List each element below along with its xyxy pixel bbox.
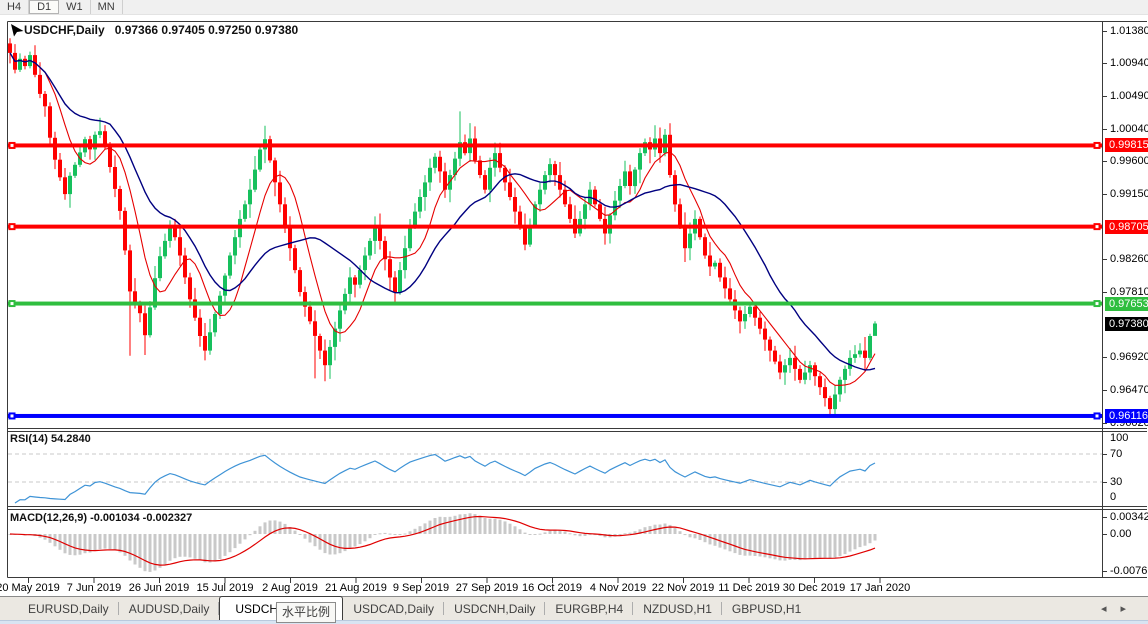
date-label: 2 Aug 2019: [262, 582, 318, 594]
date-label: 4 Nov 2019: [589, 582, 647, 594]
chart-canvas[interactable]: [0, 0, 1148, 624]
macd-tick-label: -0.007615: [1110, 565, 1148, 577]
chart-tab-eurusd[interactable]: EURUSD,Daily: [18, 597, 119, 620]
price-badge-0.99815[interactable]: 0.99815: [1105, 138, 1148, 152]
price-tick-label: 1.00490: [1110, 90, 1148, 102]
hline-0.99815[interactable]: [8, 141, 1102, 149]
macd-tick-label: 0.00: [1110, 528, 1132, 540]
date-label: 20 May 2019: [0, 582, 60, 594]
price-tick-label: 0.96920: [1110, 351, 1148, 363]
hline-0.98705[interactable]: [8, 223, 1102, 231]
price-badge-0.97653[interactable]: 0.97653: [1105, 297, 1148, 311]
price-tick-label: 1.01380: [1110, 25, 1148, 37]
price-tick-label: 0.98260: [1110, 253, 1148, 265]
chart-tab-audusd[interactable]: AUDUSD,Daily: [119, 597, 220, 620]
date-label: 30 Dec 2019: [782, 582, 846, 594]
date-label: 9 Sep 2019: [392, 582, 450, 594]
date-label: 11 Dec 2019: [718, 582, 780, 594]
date-label: 27 Sep 2019: [455, 582, 519, 594]
chart-ohlc-values: 0.97366 0.97405 0.97250 0.97380: [114, 23, 299, 37]
rsi-indicator-label: RSI(14) 54.2840: [10, 433, 91, 445]
price-tick-label: 0.99600: [1110, 155, 1148, 167]
chart-tab-nzdusd[interactable]: NZDUSD,H1: [633, 597, 722, 620]
date-label: 21 Aug 2019: [325, 582, 387, 594]
date-label: 22 Nov 2019: [651, 582, 715, 594]
date-label: 26 Jun 2019: [128, 582, 190, 594]
bottom-strip: [0, 620, 1148, 624]
chart-tab-gbpusd[interactable]: GBPUSD,H1: [722, 597, 811, 620]
price-tick-label: 1.00040: [1110, 123, 1148, 135]
chart-tab-usdcad[interactable]: USDCAD,Daily: [343, 597, 444, 620]
tooltip: 水平比例: [276, 602, 336, 623]
moving-averages-layer: [9, 52, 876, 386]
date-label: 17 Jan 2020: [849, 582, 911, 594]
trading-terminal-window: H4 D1 W1 MN USDCHF,Daily 0.97366 0.97405 0.9…: [0, 0, 1148, 624]
price-badge-0.96116[interactable]: 0.96116: [1105, 409, 1148, 423]
tab-scroll-left-icon[interactable]: ◂: [1101, 603, 1121, 615]
chart-symbol-label: USDCHF,Daily: [24, 23, 105, 37]
macd-tick-label: 0.003428: [1110, 511, 1148, 523]
rsi-tick-label: 0: [1110, 491, 1117, 503]
price-tick-label: 1.00940: [1110, 57, 1148, 69]
chart-tab-bar: EURUSD,Daily AUDUSD,Daily USDCHF,Daily USDC…: [0, 596, 1148, 620]
date-label: 15 Jul 2019: [196, 582, 254, 594]
hline-0.96116[interactable]: [8, 412, 1102, 420]
rsi-tick-label: 100: [1110, 432, 1129, 444]
price-tick-label: 0.96470: [1110, 384, 1148, 396]
date-label: 7 Jun 2019: [66, 582, 122, 594]
chart-tab-usdcnh[interactable]: USDCNH,Daily: [444, 597, 546, 620]
tab-scroll-right-icon[interactable]: ▸: [1120, 603, 1140, 615]
macd-indicator-label: MACD(12,26,9) -0.001034 -0.002327: [10, 512, 193, 524]
price-badge-0.97380: 0.97380: [1105, 317, 1148, 331]
price-tick-label: 0.99150: [1110, 188, 1148, 200]
rsi-layer: [8, 453, 1102, 504]
rsi-tick-label: 70: [1110, 448, 1123, 460]
date-label: 16 Oct 2019: [522, 582, 582, 594]
cursor-arrow-icon: [11, 24, 24, 37]
price-badge-0.98705[interactable]: 0.98705: [1105, 220, 1148, 234]
tab-scrollbar: ◂▸: [1101, 602, 1140, 615]
chart-title: USDCHF,Daily 0.97366 0.97405 0.97250 0.97…: [24, 23, 298, 37]
hline-0.97653[interactable]: [8, 300, 1102, 308]
rsi-tick-label: 30: [1110, 476, 1123, 488]
chart-tab-eurgbp[interactable]: EURGBP,H4: [545, 597, 634, 620]
